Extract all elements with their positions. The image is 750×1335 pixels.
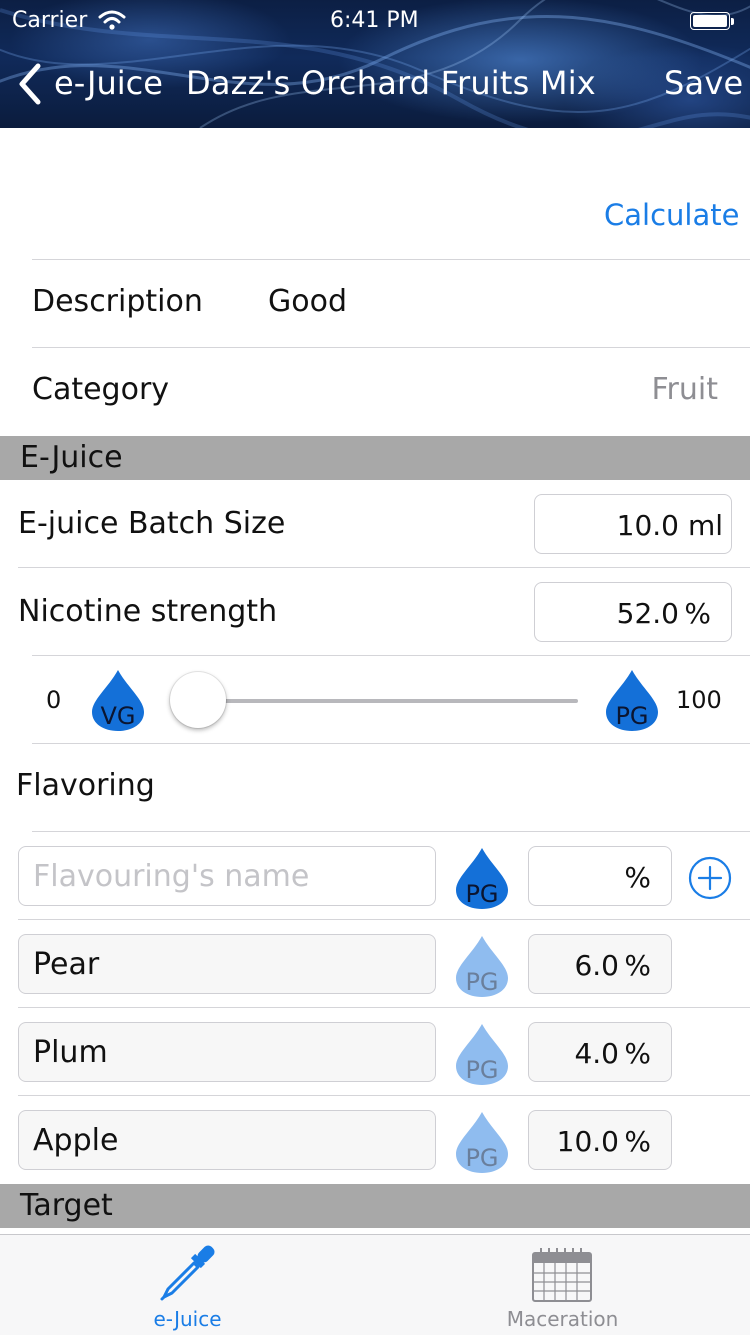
calculate-button[interactable]: Calculate <box>604 198 739 232</box>
wifi-icon <box>98 10 126 30</box>
page-title: Dazz's Orchard Fruits Mix <box>186 64 596 102</box>
section-header-ejuice: E-Juice <box>0 436 750 480</box>
calendar-icon <box>532 1248 592 1302</box>
flavour-percent-value: 4.0 <box>574 1037 619 1070</box>
dropper-icon <box>160 1245 215 1301</box>
flavour-percent-unit: % <box>624 949 651 982</box>
flavour-name-field[interactable]: Plum <box>18 1022 436 1082</box>
nicotine-strength-unit: % <box>684 597 711 630</box>
flavouring-name-placeholder: Flavouring's name <box>33 859 310 894</box>
row-divider <box>32 655 750 656</box>
flavour-name: Plum <box>33 1035 108 1070</box>
row-divider <box>32 831 750 832</box>
clock-label: 6:41 PM <box>330 8 419 33</box>
flavour-name-field[interactable]: Pear <box>18 934 436 994</box>
flavour-name-field[interactable]: Apple <box>18 1110 436 1170</box>
navigation-header: Carrier 6:41 PM e-Juice Dazz's Orchard F… <box>0 0 750 128</box>
flavour-name: Pear <box>33 947 100 982</box>
section-header-ejuice-label: E-Juice <box>20 440 123 475</box>
vg-drop-label: VG <box>100 702 136 730</box>
flavour-base-label: PG <box>465 1056 499 1084</box>
description-label: Description <box>32 284 203 319</box>
flavour-base-toggle[interactable]: PG <box>452 1022 512 1086</box>
row-divider <box>18 919 750 920</box>
add-flavour-icon[interactable] <box>688 856 732 900</box>
chevron-left-icon <box>19 63 41 105</box>
tab-ejuice-label: e-Juice <box>153 1307 222 1331</box>
batch-size-unit: ml <box>687 509 723 542</box>
section-header-target-label: Target <box>20 1188 113 1223</box>
flavour-percent-field[interactable]: 10.0 % <box>528 1110 672 1170</box>
nicotine-strength-input[interactable]: 52.0 % <box>534 582 732 642</box>
flavour-percent-unit: % <box>624 1037 651 1070</box>
row-divider <box>18 1095 750 1096</box>
batch-size-value: 10.0 <box>616 509 679 542</box>
new-flavour-percent-input[interactable]: % <box>528 846 672 906</box>
flavour-name: Apple <box>33 1123 119 1158</box>
batch-size-input[interactable]: 10.0 ml <box>534 494 732 554</box>
flavour-percent-value: 6.0 <box>574 949 619 982</box>
batch-size-label: E-juice Batch Size <box>18 506 286 541</box>
flavour-percent-field[interactable]: 6.0 % <box>528 934 672 994</box>
ratio-slider-track[interactable] <box>172 699 578 703</box>
tab-bar: e-Juice Maceration <box>0 1234 750 1335</box>
back-button-label: e-Juice <box>54 64 163 102</box>
flavour-base-toggle[interactable]: PG <box>452 934 512 998</box>
new-flavour-base-label: PG <box>465 880 499 908</box>
carrier-label: Carrier <box>12 8 88 33</box>
ratio-min-label: 0 <box>46 686 62 714</box>
pg-drop-icon: PG <box>602 668 662 732</box>
vg-drop-icon: VG <box>88 668 148 732</box>
flavour-base-label: PG <box>465 1144 499 1172</box>
tab-maceration-label: Maceration <box>506 1307 619 1331</box>
back-button[interactable]: e-Juice <box>12 58 172 112</box>
description-value[interactable]: Good <box>268 284 347 319</box>
category-value: Fruit <box>651 372 718 407</box>
row-divider <box>18 567 750 568</box>
flavour-percent-unit: % <box>624 1125 651 1158</box>
category-label: Category <box>32 372 170 407</box>
row-divider <box>18 1007 750 1008</box>
new-flavour-base-toggle[interactable]: PG <box>452 846 512 910</box>
row-divider <box>32 743 750 744</box>
pg-drop-label: PG <box>615 702 649 730</box>
battery-icon <box>690 12 734 32</box>
tab-ejuice[interactable]: e-Juice <box>0 1235 375 1335</box>
flavouring-name-input[interactable]: Flavouring's name <box>18 846 436 906</box>
ratio-max-label: 100 <box>676 686 722 714</box>
nicotine-strength-label: Nicotine strength <box>18 594 278 629</box>
category-row[interactable]: Category Fruit <box>0 348 750 436</box>
flavour-percent-value: 10.0 <box>556 1125 619 1158</box>
flavour-base-label: PG <box>465 968 499 996</box>
ratio-slider-thumb[interactable] <box>170 672 226 728</box>
flavour-base-toggle[interactable]: PG <box>452 1110 512 1174</box>
section-header-target: Target <box>0 1184 750 1228</box>
save-button[interactable]: Save <box>664 64 743 102</box>
nicotine-strength-value: 52.0 <box>616 597 679 630</box>
new-flavour-percent-unit: % <box>624 861 651 894</box>
flavoring-label: Flavoring <box>16 768 155 803</box>
tab-maceration[interactable]: Maceration <box>375 1235 750 1335</box>
description-row[interactable]: Description Good <box>0 260 750 347</box>
flavour-percent-field[interactable]: 4.0 % <box>528 1022 672 1082</box>
